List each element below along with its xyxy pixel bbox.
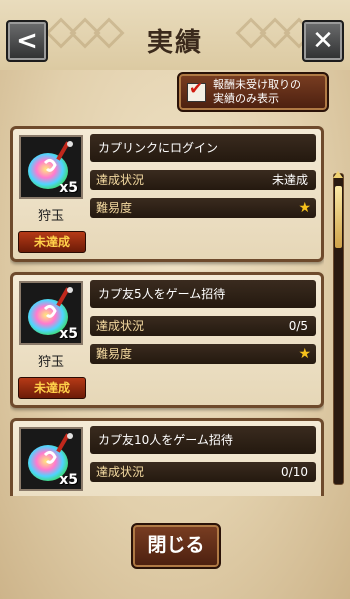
difficulty-label: 難易度 [96,201,133,215]
back-arrow-icon: < [16,26,38,56]
page-title: 実績 [146,28,203,58]
achievement-card: x5 狩玉 未達成 カプ友5人をゲーム招待 達成状況 0/5 難易度 ★ [10,272,324,408]
scroll-up-arrow-icon[interactable] [333,171,343,178]
achievement-card: x5 カプ友10人をゲーム招待 達成状況 0/10 [10,418,324,496]
achievement-title: カプリンクにログイン [90,134,316,162]
checkmark-icon: ✔ [189,78,204,99]
progress-label: 達成状況 [96,319,145,333]
filter-checkbox[interactable]: ✔ [187,79,206,102]
difficulty-label: 難易度 [96,347,133,361]
reward-quantity: x5 [59,180,78,196]
reward-name: 狩玉 [37,209,64,224]
reward-icon: x5 [19,135,83,199]
close-dialog-button[interactable]: 閉じる [131,523,221,569]
achievement-list[interactable]: x5 狩玉 未達成 カプリンクにログイン 達成状況 未達成 難易度 ★ x5 狩… [10,126,324,496]
header-bar: 実績 [0,0,350,70]
progress-row: 達成状況 0/5 [90,316,316,336]
close-x-icon: ✕ [312,26,334,56]
status-badge: 未達成 [18,377,86,399]
progress-value: 未達成 [271,173,308,187]
reward-name: 狩玉 [37,355,64,370]
progress-row: 達成状況 0/10 [90,462,316,482]
reward-quantity: x5 [59,472,78,488]
difficulty-row: 難易度 ★ [90,344,316,364]
reward-icon: x5 [19,427,83,491]
star-icon: ★ [298,346,311,362]
star-icon: ★ [298,200,311,216]
unclaimed-filter-toggle[interactable]: ✔ 報酬未受け取りの 実績のみ表示 [177,72,329,112]
reward-quantity: x5 [59,326,78,342]
achievement-title: カプ友5人をゲーム招待 [90,280,316,308]
back-button[interactable]: < [6,20,48,62]
progress-value: 0/10 [281,465,308,479]
achievement-title: カプ友10人をゲーム招待 [90,426,316,454]
scroll-thumb[interactable] [335,186,342,248]
status-badge: 未達成 [18,231,86,253]
scrollbar[interactable] [333,171,344,485]
filter-label-line2: 実績のみ表示 [213,92,279,105]
reward-icon: x5 [19,281,83,345]
close-button[interactable]: ✕ [302,20,344,62]
filter-label-line1: 報酬未受け取りの [213,78,301,91]
progress-label: 達成状況 [96,173,145,187]
progress-row: 達成状況 未達成 [90,170,316,190]
progress-label: 達成状況 [96,465,145,479]
achievement-card: x5 狩玉 未達成 カプリンクにログイン 達成状況 未達成 難易度 ★ [10,126,324,262]
difficulty-row: 難易度 ★ [90,198,316,218]
progress-value: 0/5 [288,319,308,333]
